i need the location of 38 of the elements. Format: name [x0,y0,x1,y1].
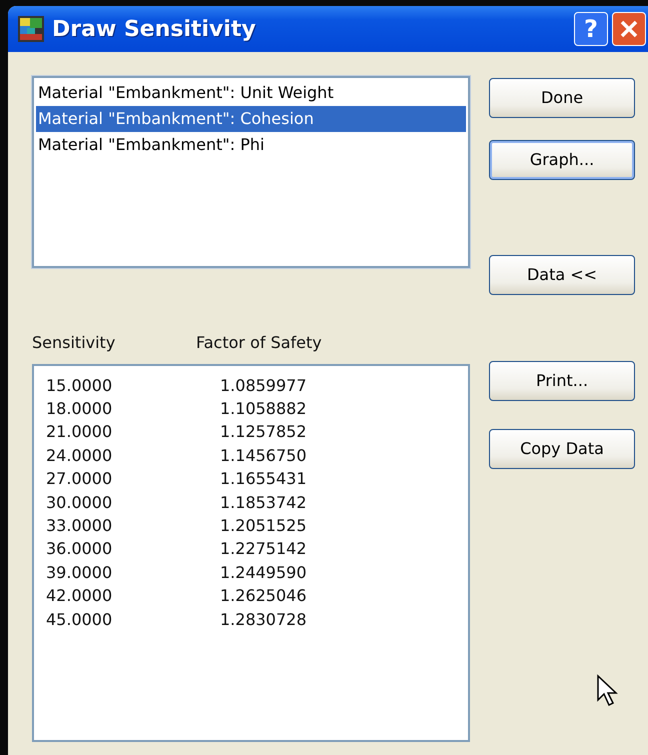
list-item[interactable]: Material "Embankment": Cohesion [36,106,466,132]
table-cell-text: 1.0859977 [219,374,308,397]
table-cell-text: 1.2449590 [219,562,308,584]
table-cell-text: 1.1655431 [219,468,308,490]
table-cell-text: 24.0000 [45,444,114,467]
table-cell-text: 36.0000 [45,538,114,560]
table-cell-text: 18.0000 [45,398,114,420]
dialog-button[interactable]: Copy Data [489,429,635,469]
window-title: Draw Sensitivity [52,16,256,44]
table-cell-text: 1.1456750 [219,444,308,467]
table-cell-text: 1.2830728 [219,608,308,631]
table-cell-text: 1.1058882 [219,398,308,420]
close-icon [619,19,639,39]
dialog-button[interactable]: Done [489,78,635,118]
table-cell-text: 42.0000 [45,585,114,608]
table-cell-text: 33.0000 [45,515,114,538]
column-header: Factor of Safety [196,332,323,354]
dialog-button[interactable]: Data << [489,255,635,295]
list-item[interactable]: Material "Embankment": Unit Weight [36,80,466,106]
table-cell-text: 45.0000 [45,608,114,631]
table-cell-text: 39.0000 [45,562,114,584]
table-cell-text: 30.0000 [45,492,114,514]
help-button[interactable]: ? [574,12,608,46]
table-cell-text: 21.0000 [45,421,114,444]
table-cell-text: 27.0000 [45,468,114,490]
list-item[interactable]: Material "Embankment": Phi [36,132,466,158]
table-cell-text: 1.2275142 [219,538,308,560]
dialog-button[interactable]: Print... [489,361,635,401]
table-cell-text: 1.2051525 [219,515,308,538]
close-button[interactable] [612,12,646,46]
dialog-button[interactable]: Graph... [489,140,635,180]
table-cell-text: 1.2625046 [219,585,308,608]
column-header: Sensitivity [32,332,116,354]
mouse-pointer-icon [596,674,620,708]
table-cell-text: 1.1257852 [219,421,308,444]
table-cell-text: 15.0000 [45,374,114,397]
app-icon [18,16,44,42]
table-cell-text: 1.1853742 [219,492,308,514]
